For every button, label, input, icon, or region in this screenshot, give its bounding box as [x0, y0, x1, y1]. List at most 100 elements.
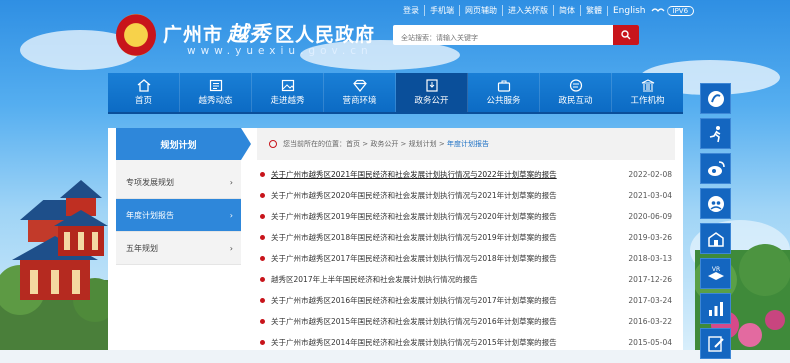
- breadcrumb-gov-affairs[interactable]: 政务公开: [370, 139, 398, 149]
- sidebar-item-five-year-plan[interactable]: 五年规划 ›: [116, 232, 241, 265]
- article-title[interactable]: 关于广州市越秀区2019年国民经济和社会发展计划执行情况与2020年计划草案的报…: [271, 211, 622, 222]
- traditional-chinese-link[interactable]: 繁體: [580, 5, 607, 16]
- yuexiu-logo-button[interactable]: [700, 83, 731, 114]
- article-title[interactable]: 关于广州市越秀区2021年国民经济和社会发展计划执行情况与2022年计划草案的报…: [271, 169, 622, 180]
- list-item[interactable]: 关于广州市越秀区2021年国民经济和社会发展计划执行情况与2022年计划草案的报…: [257, 164, 675, 185]
- article-title[interactable]: 关于广州市越秀区2020年国民经济和社会发展计划执行情况与2021年计划草案的报…: [271, 190, 622, 201]
- list-item[interactable]: 关于广州市越秀区2018年国民经济和社会发展计划执行情况与2019年计划草案的报…: [257, 227, 675, 248]
- edit-button[interactable]: [700, 328, 731, 359]
- nav-about[interactable]: 走进越秀: [252, 73, 324, 112]
- chat-icon: [569, 79, 582, 92]
- chart-icon: [708, 301, 723, 316]
- bullet-icon: [260, 235, 265, 240]
- bullet-icon: [260, 256, 265, 261]
- bullet-icon: [260, 214, 265, 219]
- home-icon: [137, 79, 150, 92]
- article-date: 2017-12-26: [628, 275, 672, 284]
- briefcase-icon: [497, 80, 510, 92]
- weibo-button[interactable]: [700, 153, 731, 184]
- sidebar: 规划计划 专项发展规划 › 年度计划报告 › 五年规划 ›: [116, 128, 251, 265]
- login-link[interactable]: 登录: [398, 5, 424, 16]
- nav-about-label: 走进越秀: [270, 96, 305, 106]
- bullet-icon: [260, 319, 265, 324]
- care-mode-link[interactable]: 进入关怀版: [502, 5, 553, 16]
- site-url: www.yuexiu.gov.cn: [187, 45, 373, 57]
- sidebar-item-label: 五年规划: [126, 243, 158, 253]
- nav-news[interactable]: 越秀动态: [180, 73, 252, 112]
- location-pin-icon: [269, 140, 277, 148]
- article-date: 2015-05-04: [628, 338, 672, 347]
- bullet-icon: [260, 277, 265, 282]
- article-title[interactable]: 越秀区2017年上半年国民经济和社会发展计划执行情况的报告: [271, 274, 622, 285]
- nav-interaction[interactable]: 政民互动: [540, 73, 612, 112]
- site-title-right: 区人民政府: [275, 24, 376, 46]
- vr-label: VR: [711, 266, 719, 273]
- nav-government-affairs-label: 政务公开: [414, 96, 449, 106]
- simplified-chinese-link[interactable]: 简体: [553, 5, 580, 16]
- article-list: 关于广州市越秀区2021年国民经济和社会发展计划执行情况与2022年计划草案的报…: [257, 164, 675, 353]
- building-vr-icon: [707, 231, 724, 247]
- mobile-link[interactable]: 手机端: [424, 5, 459, 16]
- vr-button[interactable]: VR: [700, 258, 731, 289]
- nav-government-affairs[interactable]: 政务公开: [396, 73, 468, 112]
- english-link[interactable]: English: [607, 5, 651, 16]
- breadcrumb-current[interactable]: 年度计划报告: [447, 139, 489, 149]
- nav-public-service[interactable]: 公共服务: [468, 73, 540, 112]
- search-input[interactable]: [393, 28, 603, 48]
- nav-home[interactable]: 首页: [108, 73, 180, 112]
- breadcrumb-planning[interactable]: 规划计划: [409, 139, 437, 149]
- list-item[interactable]: 关于广州市越秀区2020年国民经济和社会发展计划执行情况与2021年计划草案的报…: [257, 185, 675, 206]
- list-item[interactable]: 关于广州市越秀区2016年国民经济和社会发展计划执行情况与2017年计划草案的报…: [257, 290, 675, 311]
- article-title[interactable]: 关于广州市越秀区2017年国民经济和社会发展计划执行情况与2018年计划草案的报…: [271, 253, 622, 264]
- bullet-icon: [260, 298, 265, 303]
- building-icon: [641, 79, 654, 92]
- diamond-icon: [352, 79, 367, 92]
- nav-institutions[interactable]: 工作机构: [612, 73, 683, 112]
- edit-icon: [707, 335, 724, 352]
- chevron-right-icon: ›: [229, 210, 233, 220]
- building-vr-button[interactable]: [700, 223, 731, 254]
- sidebar-item-label: 专项发展规划: [126, 177, 174, 187]
- nav-business[interactable]: 营商环境: [324, 73, 396, 112]
- article-title[interactable]: 关于广州市越秀区2018年国民经济和社会发展计划执行情况与2019年计划草案的报…: [271, 232, 622, 243]
- search-icon: [621, 30, 631, 40]
- nav-public-service-label: 公共服务: [486, 96, 521, 106]
- bird-icon: [651, 7, 664, 12]
- run-button[interactable]: [700, 118, 731, 149]
- nav-news-label: 越秀动态: [198, 96, 233, 106]
- document-icon: [425, 79, 438, 92]
- article-title[interactable]: 关于广州市越秀区2014年国民经济和社会发展计划执行情况与2015年计划草案的报…: [271, 337, 622, 348]
- chart-button[interactable]: [700, 293, 731, 324]
- breadcrumb-home[interactable]: 首页: [346, 139, 360, 149]
- article-title[interactable]: 关于广州市越秀区2016年国民经济和社会发展计划执行情况与2017年计划草案的报…: [271, 295, 622, 306]
- nav-home-label: 首页: [134, 96, 152, 106]
- sidebar-item-annual-report[interactable]: 年度计划报告 ›: [116, 199, 241, 232]
- run-icon: [709, 125, 720, 142]
- sidebar-item-special-plan[interactable]: 专项发展规划 ›: [116, 166, 241, 199]
- list-item[interactable]: 关于广州市越秀区2017年国民经济和社会发展计划执行情况与2018年计划草案的报…: [257, 248, 675, 269]
- nav-business-label: 营商环境: [342, 96, 377, 106]
- list-item[interactable]: 越秀区2017年上半年国民经济和社会发展计划执行情况的报告 2017-12-26: [257, 269, 675, 290]
- accessibility-link[interactable]: 网页辅助: [459, 5, 502, 16]
- sidebar-item-label: 年度计划报告: [126, 210, 174, 220]
- bullet-icon: [260, 193, 265, 198]
- weibo-icon: [707, 160, 725, 176]
- site-title[interactable]: 广州市 越秀 区人民政府: [163, 18, 375, 48]
- main-nav: 首页 越秀动态 走进越秀 营商环境 政务公开 公共服务 政民互动 工作机构: [108, 73, 683, 112]
- article-date: 2018-03-13: [628, 254, 672, 263]
- chevron-right-icon: ›: [229, 177, 233, 187]
- nav-interaction-label: 政民互动: [558, 96, 593, 106]
- search-box: [393, 25, 639, 48]
- people-button[interactable]: [700, 188, 731, 219]
- sidebar-title: 规划计划: [116, 128, 251, 160]
- news-icon: [209, 79, 222, 92]
- right-float-bar: VR: [700, 83, 731, 363]
- article-date: 2019-03-26: [628, 233, 672, 242]
- list-item[interactable]: 关于广州市越秀区2015年国民经济和社会发展计划执行情况与2016年计划草案的报…: [257, 311, 675, 332]
- top-links: 登录 手机端 网页辅助 进入关怀版 简体 繁體 English IPV6: [398, 5, 695, 16]
- article-title[interactable]: 关于广州市越秀区2015年国民经济和社会发展计划执行情况与2016年计划草案的报…: [271, 316, 622, 327]
- bullet-icon: [260, 340, 265, 345]
- left-pagoda-building: [54, 180, 108, 256]
- list-item[interactable]: 关于广州市越秀区2019年国民经济和社会发展计划执行情况与2020年计划草案的报…: [257, 206, 675, 227]
- search-button[interactable]: [613, 25, 639, 45]
